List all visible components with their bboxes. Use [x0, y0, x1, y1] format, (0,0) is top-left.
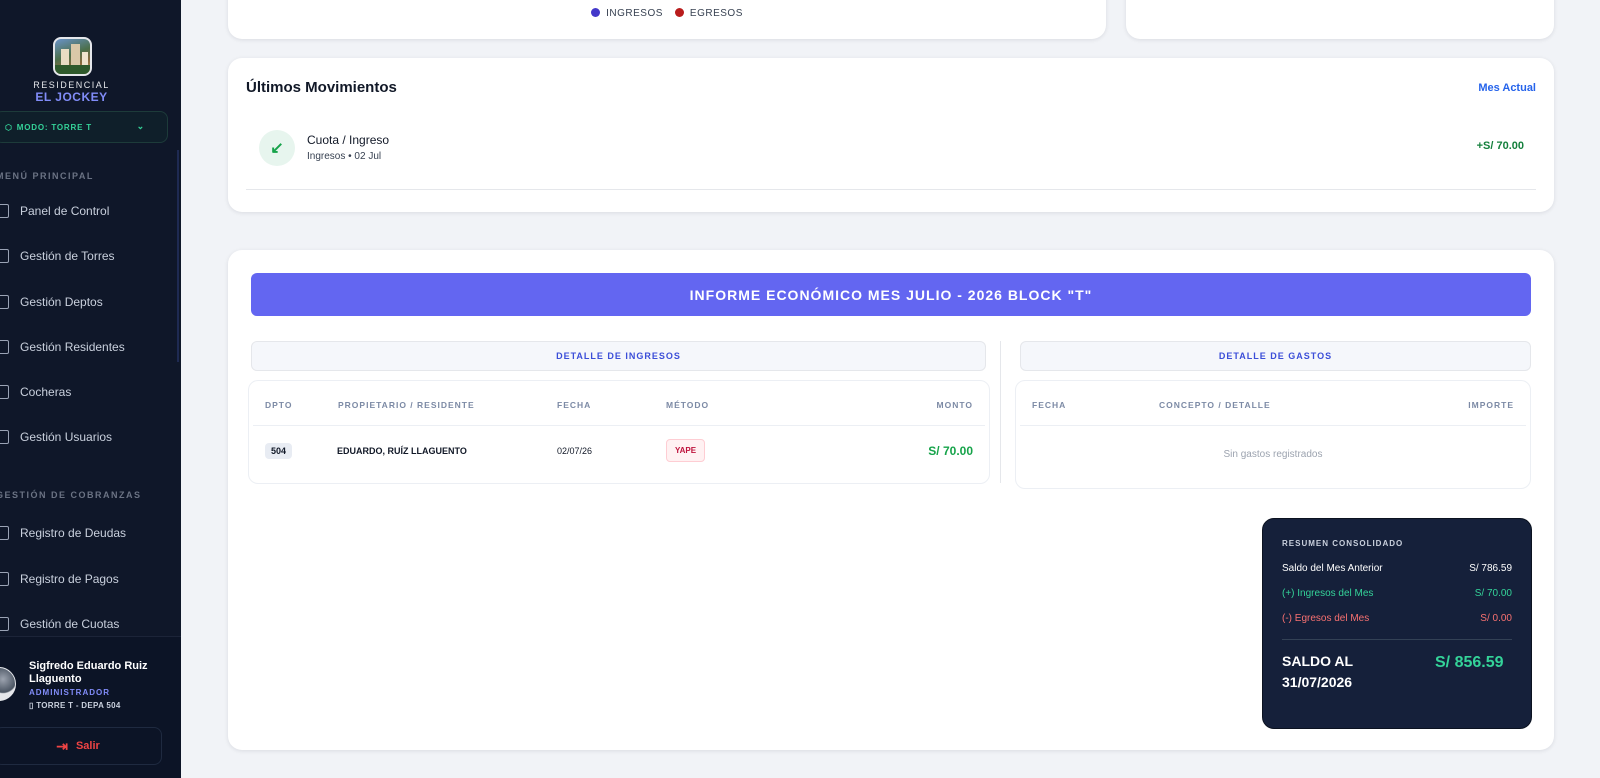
alert-icon — [0, 526, 9, 540]
logout-button[interactable]: ⇥ Salir — [0, 727, 162, 765]
logout-icon: ⇥ — [56, 737, 68, 754]
sidebar-item-towers[interactable]: Gestión de Torres — [0, 241, 115, 271]
col-method: MÉTODO — [666, 400, 710, 410]
building-icon: ▯ — [29, 701, 34, 710]
logout-label: Salir — [75, 740, 100, 752]
legend-item-income: INGRESOS — [591, 8, 663, 19]
empty-row: Sin gastos registrados — [1020, 425, 1526, 482]
sidebar-item-label: Registro de Pagos — [20, 572, 119, 586]
balance-value: S/ 856.59 — [1435, 654, 1504, 671]
sidebar-item-panel[interactable]: Panel de Control — [0, 196, 109, 226]
col-concept: CONCEPTO / DETALLE — [1159, 400, 1271, 410]
sidebar: RESIDENCIAL EL JOCKEY ⬡ MODO: TORRE T ⌄ … — [0, 0, 181, 778]
col-import: IMPORTE — [1468, 400, 1514, 410]
summary-title: RESUMEN CONSOLIDADO — [1282, 539, 1404, 548]
mode-label: MODO: TORRE T — [16, 122, 92, 132]
col-dpto: DPTO — [265, 400, 293, 410]
income-table: DPTO PROPIETARIO / RESIDENTE FECHA MÉTOD… — [248, 380, 990, 484]
sidebar-item-residents[interactable]: Gestión Residentes — [0, 332, 125, 362]
wallet-icon — [0, 572, 9, 586]
expense-table: FECHA CONCEPTO / DETALLE IMPORTE Sin gas… — [1015, 380, 1531, 489]
residence-logo — [53, 37, 92, 76]
payment-amount: S/ 70.00 — [928, 444, 973, 458]
col-amount: MONTO — [936, 400, 973, 410]
method-badge: YAPE — [666, 439, 706, 462]
col-date: FECHA — [1032, 400, 1067, 410]
sidebar-item-label: Gestión Usuarios — [20, 430, 113, 444]
users-icon — [0, 430, 9, 444]
sidebar-item-payments[interactable]: Registro de Pagos — [0, 564, 119, 594]
sidebar-item-label: Gestión Residentes — [20, 340, 125, 354]
user-location: ▯ TORRE T - DEPA 504 — [29, 701, 121, 710]
sidebar-item-users[interactable]: Gestión Usuarios — [0, 422, 112, 452]
chart-card: INGRESOS EGRESOS — [228, 0, 1106, 39]
dashboard-icon — [0, 204, 9, 218]
sidebar-item-fees[interactable]: Gestión de Cuotas — [0, 609, 119, 639]
user-name: Sigfredo Eduardo Ruiz Llaguento — [29, 660, 148, 685]
user-check-icon — [0, 340, 9, 354]
movements-card: Últimos Movimientos Mes Actual ↙ Cuota /… — [228, 58, 1554, 212]
movements-title: Últimos Movimientos — [246, 79, 397, 96]
section-main-menu: MENÚ PRINCIPAL — [0, 171, 94, 181]
dpto-badge: 504 — [265, 443, 293, 459]
divider — [1282, 639, 1512, 640]
current-month-link[interactable]: Mes Actual — [1478, 82, 1536, 94]
sidebar-item-label: Gestión Deptos — [20, 295, 103, 309]
col-date: FECHA — [557, 400, 592, 410]
movement-subtitle: Ingresos • 02 Jul — [307, 151, 382, 162]
movement-amount: +S/ 70.00 — [1476, 140, 1524, 152]
building-icon — [0, 249, 9, 263]
balance-label: SALDO AL 31/07/2026 — [1282, 653, 1353, 690]
side-card — [1126, 0, 1554, 39]
income-detail-header: DETALLE DE INGRESOS — [251, 341, 986, 371]
expense-detail-header: DETALLE DE GASTOS — [1020, 341, 1531, 371]
door-icon — [0, 295, 9, 309]
movement-title: Cuota / Ingreso — [307, 133, 390, 147]
sidebar-item-garages[interactable]: Cocheras — [0, 377, 71, 407]
tower-icon: ⬡ — [5, 122, 13, 132]
sidebar-item-label: Gestión de Torres — [20, 249, 115, 263]
summary-expense-row: (-) Egresos del Mes S/ 0.00 — [1282, 613, 1512, 624]
sidebar-item-label: Gestión de Cuotas — [20, 617, 120, 631]
chevron-down-icon: ⌄ — [136, 121, 145, 131]
report-title: INFORME ECONÓMICO MES JULIO - 2026 BLOCK… — [251, 273, 1531, 316]
avatar — [0, 667, 16, 701]
sidebar-item-label: Cocheras — [20, 385, 72, 399]
owner-name: EDUARDO, RUÍZ LLAGUENTO — [337, 446, 467, 456]
brand-subtitle: RESIDENCIAL — [33, 80, 110, 90]
consolidated-summary: RESUMEN CONSOLIDADO Saldo del Mes Anteri… — [1262, 518, 1532, 729]
table-row[interactable]: 504 EDUARDO, RUÍZ LLAGUENTO 02/07/26 YAP… — [253, 425, 985, 481]
column-separator — [1000, 341, 1001, 483]
user-role: ADMINISTRADOR — [29, 688, 110, 697]
car-icon — [0, 385, 9, 399]
summary-income-row: (+) Ingresos del Mes S/ 70.00 — [1282, 588, 1512, 599]
payment-date: 02/07/26 — [557, 446, 593, 456]
sidebar-item-deptos[interactable]: Gestión Deptos — [0, 287, 103, 317]
col-owner: PROPIETARIO / RESIDENTE — [338, 400, 475, 410]
divider — [246, 189, 1536, 190]
section-collections: GESTIÓN DE COBRANZAS — [0, 490, 142, 500]
sidebar-item-label: Registro de Deudas — [20, 526, 127, 540]
calculator-icon — [0, 617, 9, 631]
sidebar-item-label: Panel de Control — [20, 204, 110, 218]
empty-message: Sin gastos registrados — [1223, 448, 1323, 460]
chart-legend: INGRESOS EGRESOS — [228, 8, 1106, 19]
mode-selector[interactable]: ⬡ MODO: TORRE T ⌄ — [0, 111, 168, 143]
sidebar-scroll-indicator — [177, 150, 179, 362]
sidebar-item-debts[interactable]: Registro de Deudas — [0, 518, 126, 548]
summary-prev-row: Saldo del Mes Anterior S/ 786.59 — [1282, 563, 1512, 574]
arrow-down-left-icon: ↙ — [259, 130, 295, 166]
user-profile: Sigfredo Eduardo Ruiz Llaguento ADMINIST… — [0, 636, 181, 778]
legend-item-expense: EGRESOS — [674, 8, 743, 19]
brand-title: EL JOCKEY — [35, 90, 108, 104]
